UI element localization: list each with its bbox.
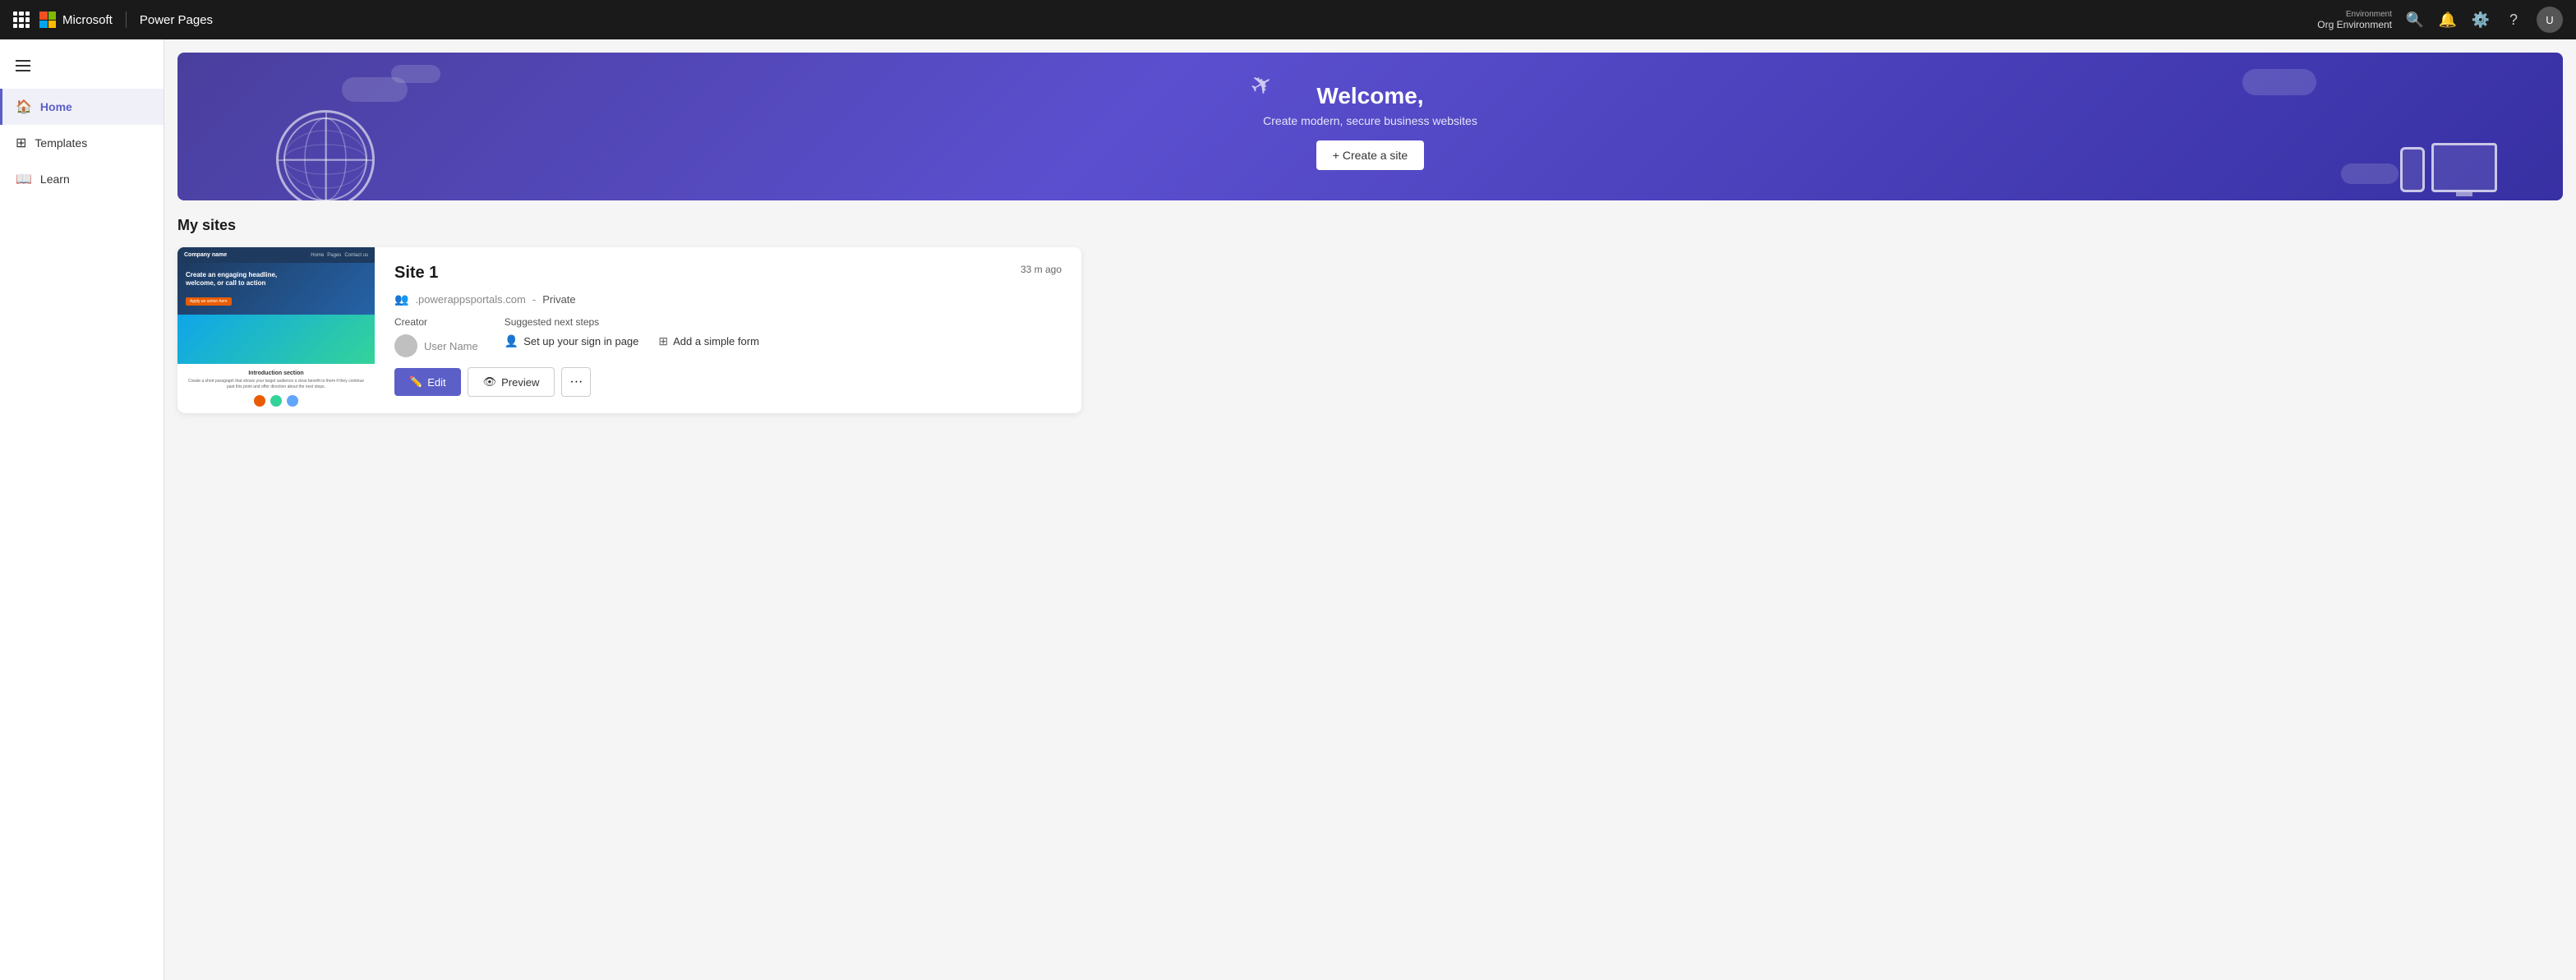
site-meta: Creator User Name Suggested next steps 👤 [394,316,1062,357]
home-icon: 🏠 [16,99,32,115]
sidebar-item-learn-label: Learn [40,173,70,186]
edit-button[interactable]: ✏️ Edit [394,368,461,396]
top-navigation: Microsoft Power Pages Environment Org En… [0,0,2576,39]
site-info: Site 1 33 m ago 👥 .powerappsportals.com … [375,247,1081,413]
hero-subtitle: Create modern, secure business websites [1263,114,1477,127]
preview-label: Preview [501,376,539,389]
more-icon: ··· [569,375,583,389]
hero-banner: ✈ Welcome, Create modern, secure busines… [177,53,2563,200]
learn-icon: 📖 [16,171,32,187]
waffle-menu-icon[interactable] [13,12,30,28]
app-name: Power Pages [140,13,213,27]
site-url: .powerappsportals.com [415,293,525,306]
edit-label: Edit [427,376,445,389]
sidebar-item-home-label: Home [40,100,72,113]
help-icon[interactable]: 🔍 [2405,12,2425,29]
site-actions: ✏️ Edit 👁 Preview ··· [394,367,1062,397]
main-content: ✈ Welcome, Create modern, secure busines… [164,39,2576,980]
user-avatar[interactable]: U [2537,7,2563,33]
site-card: Company name Home Pages Contact us Creat… [177,247,1081,413]
next-step-form-label: Add a simple form [673,335,759,347]
phone-device [2400,147,2425,192]
main-layout: 🏠 Home ⊞ Templates 📖 Learn [0,39,2576,980]
microsoft-logo: Microsoft [39,12,113,28]
sidebar: 🏠 Home ⊞ Templates 📖 Learn [0,39,164,980]
question-icon[interactable]: ? [2504,12,2523,29]
sidebar-item-templates-label: Templates [35,136,87,150]
next-step-signin-label: Set up your sign in page [523,335,638,347]
next-steps-list: 👤 Set up your sign in page ⊞ Add a simpl… [505,334,759,348]
env-label: Environment [2346,10,2392,19]
creator-avatar [394,334,417,357]
site-thumbnail: Company name Home Pages Contact us Creat… [177,247,375,413]
preview-icon: 👁 [483,375,497,389]
my-sites-section: My sites Company name Home Pages Contact… [164,200,2576,430]
preview-button[interactable]: 👁 Preview [468,367,555,397]
creator-row: User Name [394,334,478,357]
more-options-button[interactable]: ··· [561,367,591,397]
topnav-right-section: Environment Org Environment 🔍 🔔 ⚙️ ? U [2317,7,2563,33]
next-steps-label: Suggested next steps [505,316,759,328]
sidebar-item-learn[interactable]: 📖 Learn [0,161,164,197]
globe-decoration [276,110,375,200]
sidebar-hamburger[interactable] [7,49,39,82]
form-icon: ⊞ [658,334,668,348]
site-url-row: 👥 .powerappsportals.com - Private [394,292,1062,306]
settings-icon[interactable]: ⚙️ [2471,12,2491,29]
sidebar-item-home[interactable]: 🏠 Home [0,89,164,125]
site-timestamp: 33 m ago [1021,264,1062,275]
environment-info: Environment Org Environment [2317,10,2392,30]
monitor-device [2431,143,2497,192]
sidebar-item-templates[interactable]: ⊞ Templates [0,125,164,161]
site-visibility: Private [542,293,575,306]
create-site-button[interactable]: + Create a site [1316,140,1424,170]
edit-icon: ✏️ [409,375,422,389]
hero-welcome: Welcome, [1263,83,1477,109]
signin-icon: 👤 [505,334,518,348]
creator-section: Creator User Name [394,316,478,357]
next-step-form[interactable]: ⊞ Add a simple form [658,334,759,348]
creator-label: Creator [394,316,478,328]
templates-icon: ⊞ [16,135,26,151]
env-value: Org Environment [2317,19,2392,30]
users-icon: 👥 [394,292,408,306]
my-sites-title: My sites [177,217,2563,234]
creator-name: User Name [424,340,478,352]
nav-divider [126,12,127,28]
site-name: Site 1 [394,264,438,283]
next-steps-section: Suggested next steps 👤 Set up your sign … [505,316,759,348]
notification-icon[interactable]: 🔔 [2438,12,2458,29]
brand-label: Microsoft [62,13,113,27]
site-info-header: Site 1 33 m ago [394,264,1062,283]
hero-content: Welcome, Create modern, secure business … [1263,83,1477,170]
devices-decoration [2400,143,2497,192]
next-step-signin[interactable]: 👤 Set up your sign in page [505,334,639,348]
